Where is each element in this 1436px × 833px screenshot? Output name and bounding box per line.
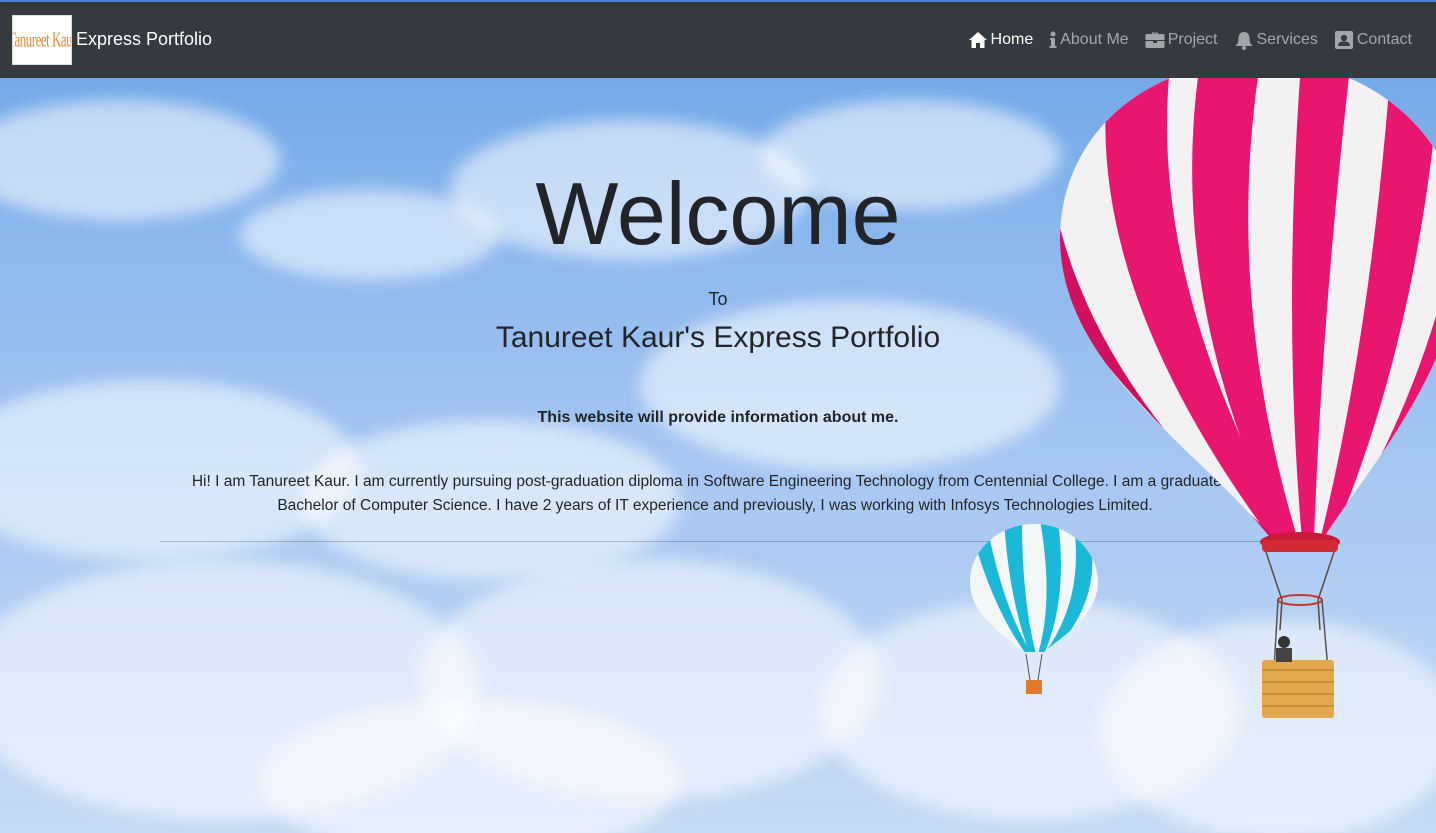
- brand-logo-text: Tanureet Kaur: [12, 27, 72, 52]
- nav-item-label: Project: [1167, 31, 1218, 48]
- contact-card-icon: [1334, 31, 1353, 49]
- bell-icon: [1235, 32, 1252, 50]
- pink-hot-air-balloon: [1060, 70, 1436, 718]
- nav-item-label: Services: [1256, 31, 1318, 48]
- cyan-hot-air-balloon: [970, 524, 1098, 694]
- nav-item-home[interactable]: Home: [968, 30, 1034, 50]
- nav-item-label: Contact: [1356, 31, 1412, 48]
- nav-item-about[interactable]: About Me: [1049, 30, 1129, 50]
- nav-item-contact[interactable]: Contact: [1334, 30, 1412, 50]
- nav-menu: Home About Me Project Services Contact: [968, 30, 1412, 50]
- navbar: Tanureet Kaur Express Portfolio Home Abo…: [0, 2, 1436, 78]
- brand-name[interactable]: Express Portfolio: [76, 28, 212, 50]
- page: Tanureet Kaur Express Portfolio Home Abo…: [0, 0, 1436, 833]
- nav-item-project[interactable]: Project: [1145, 30, 1218, 50]
- info-icon: [1049, 31, 1057, 48]
- brand-logo[interactable]: Tanureet Kaur: [12, 15, 72, 65]
- home-icon: [968, 32, 987, 48]
- nav-item-label: Home: [990, 31, 1034, 48]
- nav-item-label: About Me: [1060, 31, 1129, 48]
- briefcase-icon: [1145, 32, 1165, 48]
- nav-item-services[interactable]: Services: [1234, 30, 1318, 50]
